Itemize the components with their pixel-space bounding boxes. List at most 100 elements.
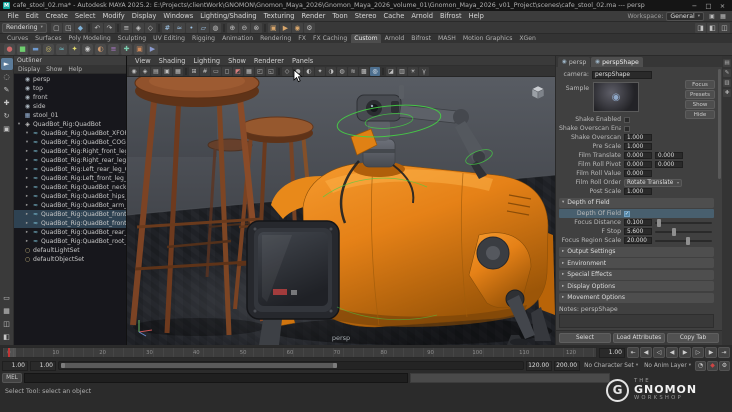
make-live-icon[interactable]: ◍ (209, 22, 221, 33)
close-button[interactable]: × (716, 1, 729, 10)
rotate-tool-icon[interactable]: ↻ (1, 110, 13, 122)
menu-item[interactable]: Display (128, 12, 160, 20)
render-settings-icon[interactable]: ⚙ (303, 22, 315, 33)
outliner-item[interactable]: ▸ ≈ QuadBot_Rig:QuadBot_front_R_shldr_IN… (14, 210, 126, 219)
wireframe-icon[interactable]: ◇ (282, 66, 292, 76)
slider-thumb[interactable] (672, 227, 677, 236)
attribute-editor-tab[interactable]: ◉ persp (558, 57, 591, 67)
open-scene-icon[interactable]: ◳ (62, 22, 74, 33)
expand-arrow-icon[interactable]: ▸ (24, 167, 30, 172)
render-current-frame-icon[interactable]: ▶ (279, 22, 291, 33)
outliner-menu-item[interactable]: Help (68, 66, 82, 73)
shelf-torus-icon[interactable]: ◎ (43, 43, 54, 55)
construction-history-icon[interactable]: ⊗ (250, 22, 262, 33)
input-connections-icon[interactable]: ⊕ (226, 22, 238, 33)
checkbox[interactable] (624, 116, 630, 123)
checkbox-checked[interactable]: ✓ (624, 210, 630, 217)
animation-end-field[interactable]: 200.00 (554, 360, 581, 371)
modeling-toolkit-tab-icon[interactable]: ✚ (723, 89, 731, 97)
save-scene-icon[interactable]: ◆ (74, 22, 86, 33)
view-cube-gizmo[interactable] (529, 83, 547, 101)
menu-item[interactable]: File (4, 12, 22, 20)
shelf-tab[interactable]: UV Editing (150, 34, 188, 43)
outliner-item[interactable]: ▸ ≈ QuadBot_Rig:Right_front_leg_CTRL (14, 147, 126, 156)
channel-box-tab-icon[interactable]: ▥ (723, 79, 731, 87)
expand-arrow-icon[interactable]: ▸ (24, 203, 30, 208)
undo-icon[interactable]: ↶ (91, 22, 103, 33)
shelf-tab[interactable]: Rigging (189, 34, 218, 43)
2d-pan-zoom-icon[interactable]: ⊞ (189, 66, 199, 76)
resolution-gate-icon[interactable]: ◻ (222, 66, 232, 76)
sidebar-channel-box-icon[interactable]: ◫ (719, 22, 730, 33)
textured-icon[interactable]: ◐ (304, 66, 314, 76)
camera-attributes-icon[interactable]: ▤ (151, 66, 161, 76)
auto-keyframe-icon[interactable]: ◆ (707, 360, 718, 371)
expand-arrow-icon[interactable]: ▸ (24, 212, 30, 217)
attribute-slider[interactable] (655, 227, 712, 236)
range-end-handle[interactable] (333, 363, 338, 368)
expand-arrow-icon[interactable]: ▾ (24, 140, 30, 145)
shelf-tab[interactable]: Bifrost (408, 34, 434, 43)
shelf-tab[interactable]: Custom (351, 34, 381, 43)
scrollbar[interactable] (718, 69, 721, 179)
camera-name-field[interactable]: perspShape (592, 70, 652, 79)
safe-action-icon[interactable]: ◰ (255, 66, 265, 76)
section-header[interactable]: ▸ Output Settings (559, 246, 714, 257)
expand-arrow-icon[interactable]: ▸ (24, 149, 30, 154)
outliner-item[interactable]: ▸ ≈ QuadBot_Rig:QuadBot_rear_INT_plate (14, 228, 126, 237)
attribute-slider[interactable] (655, 236, 712, 245)
bookmarks-icon[interactable]: ▣ (162, 66, 172, 76)
play-forwards-button[interactable]: ▶ (679, 347, 691, 358)
menu-item[interactable]: Cache (380, 12, 408, 20)
x-ray-icon[interactable]: ▥ (397, 66, 407, 76)
gamma-icon[interactable]: γ (419, 66, 429, 76)
shelf-tab[interactable]: Rendering (257, 34, 294, 43)
field-chart-icon[interactable]: ▦ (244, 66, 254, 76)
attribute-value-field[interactable]: 1.000 (624, 134, 652, 141)
render-view-icon[interactable]: ▣ (267, 22, 279, 33)
outliner-item[interactable]: ◉ top (14, 84, 126, 93)
depth-of-field-icon[interactable]: ◎ (370, 66, 380, 76)
output-connections-icon[interactable]: ⊖ (238, 22, 250, 33)
outliner-item[interactable]: ▸ ≈ QuadBot_Rig:QuadBot_front_L_shldr_IN… (14, 219, 126, 228)
multisample-aa-icon[interactable]: ▩ (359, 66, 369, 76)
load-attributes-button[interactable]: Load Attributes (613, 333, 665, 343)
shelf-curve-icon[interactable]: ≈ (56, 43, 67, 55)
isolate-select-icon[interactable]: ◪ (386, 66, 396, 76)
shelf-tab[interactable]: Curves (4, 34, 31, 43)
snap-point-icon[interactable]: • (185, 22, 197, 33)
safe-title-icon[interactable]: ◱ (266, 66, 276, 76)
screen-space-ao-icon[interactable]: ◍ (337, 66, 347, 76)
viewport-3d-scene[interactable]: persp (127, 77, 555, 345)
paint-select-tool-icon[interactable]: ✎ (1, 84, 13, 96)
select-button[interactable]: Select (559, 333, 611, 343)
slider-thumb[interactable] (656, 218, 661, 227)
section-header[interactable]: ▸ Movement Options (559, 292, 714, 303)
maximize-button[interactable]: □ (702, 1, 715, 10)
new-scene-icon[interactable]: ▢ (50, 22, 62, 33)
menu-item[interactable]: Help (465, 12, 487, 20)
snap-grid-icon[interactable]: # (161, 22, 173, 33)
shelf-material-icon[interactable]: ◐ (95, 43, 106, 55)
ae-side-button[interactable]: Hide (685, 110, 715, 119)
shelf-tab[interactable]: Motion Graphics (460, 34, 516, 43)
panel-menu-item[interactable]: View (131, 57, 155, 65)
move-tool-icon[interactable]: ✚ (1, 97, 13, 109)
tool-settings-tab-icon[interactable]: ✎ (723, 69, 731, 77)
menu-item[interactable]: Lighting/Shading (197, 12, 260, 20)
animation-start-field[interactable]: 1.00 (2, 360, 28, 371)
shadows-icon[interactable]: ◑ (326, 66, 336, 76)
snap-curve-icon[interactable]: ≈ (173, 22, 185, 33)
attribute-slider[interactable] (655, 218, 712, 227)
select-tool-icon[interactable]: ► (0, 58, 13, 70)
outliner-item[interactable]: ▸ ≈ QuadBot_Rig:QuadBot_arm_base_INT (14, 201, 126, 210)
sidebar-attribute-editor-icon[interactable]: ◨ (695, 22, 706, 33)
character-set-selector[interactable]: No Character Set ▾ (582, 363, 640, 369)
step-back-key-button[interactable]: ◁ (653, 347, 665, 358)
attribute-value-field[interactable]: 0.000 (624, 161, 652, 168)
notes-field[interactable] (559, 313, 714, 328)
shelf-tab[interactable]: Sculpting (115, 34, 149, 43)
workspace-selector[interactable]: General ▾ (666, 11, 704, 21)
use-all-lights-icon[interactable]: ✦ (315, 66, 325, 76)
shelf-render-icon[interactable]: ▣ (134, 43, 145, 55)
